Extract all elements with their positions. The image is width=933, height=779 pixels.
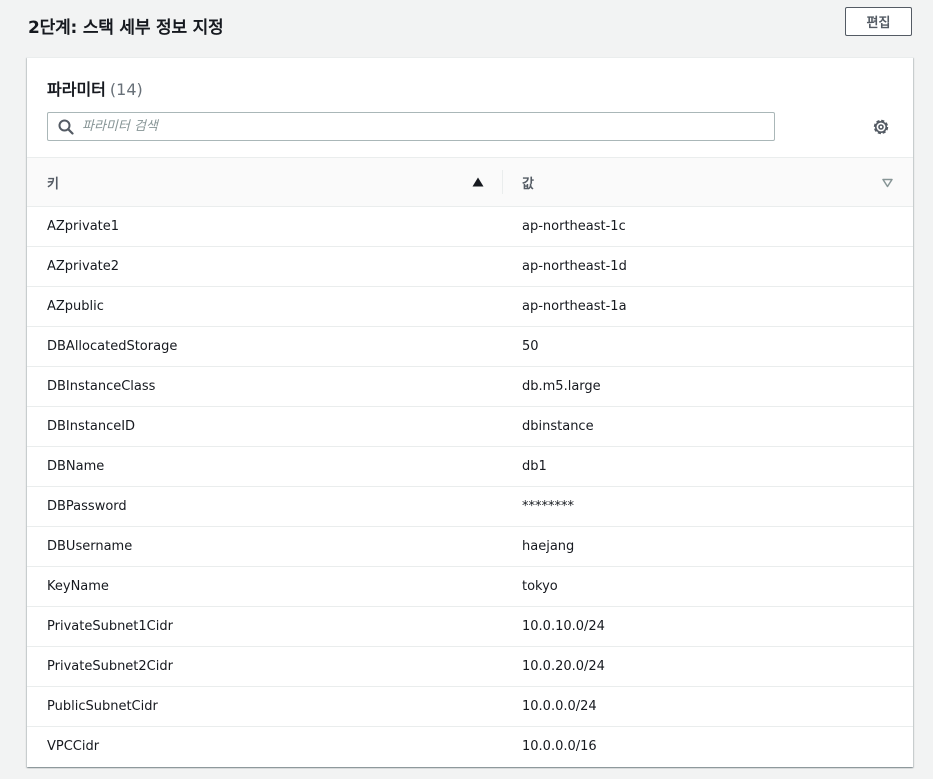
- column-header-value[interactable]: 값: [522, 158, 892, 206]
- parameter-key: DBInstanceID: [47, 419, 136, 434]
- table-header: 키 값: [27, 157, 913, 207]
- parameter-value: 10.0.0.0/16: [522, 739, 597, 754]
- parameter-value: db1: [522, 459, 547, 474]
- table-row: DBInstanceClass db.m5.large: [27, 367, 913, 407]
- parameter-key: PrivateSubnet2Cidr: [47, 659, 173, 674]
- parameter-key: PrivateSubnet1Cidr: [47, 619, 173, 634]
- parameter-value: ********: [522, 499, 574, 514]
- parameter-value: 10.0.20.0/24: [522, 659, 605, 674]
- step-title: 2단계: 스택 세부 정보 지정: [28, 18, 224, 38]
- parameter-value: 10.0.0.0/24: [522, 699, 597, 714]
- parameter-key: AZprivate1: [47, 219, 120, 234]
- search-box[interactable]: [47, 112, 775, 141]
- parameter-value: ap-northeast-1a: [522, 299, 627, 314]
- parameter-value: 10.0.10.0/24: [522, 619, 605, 634]
- parameter-value: 50: [522, 339, 539, 354]
- table-row: KeyName tokyo: [27, 567, 913, 607]
- search-icon: [58, 119, 74, 135]
- step-header: 2단계: 스택 세부 정보 지정 편집: [0, 0, 933, 50]
- table-row: PrivateSubnet1Cidr 10.0.10.0/24: [27, 607, 913, 647]
- parameter-value: dbinstance: [522, 419, 594, 434]
- parameter-key: VPCCidr: [47, 739, 100, 754]
- gear-icon[interactable]: [872, 118, 890, 136]
- panel-title: 파라미터 (14): [47, 76, 143, 100]
- table-row: DBAllocatedStorage 50: [27, 327, 913, 367]
- panel-title-text: 파라미터: [47, 80, 106, 99]
- table-row: PrivateSubnet2Cidr 10.0.20.0/24: [27, 647, 913, 687]
- parameter-key: PublicSubnetCidr: [47, 699, 158, 714]
- parameter-key: DBUsername: [47, 539, 133, 554]
- parameter-key: AZprivate2: [47, 259, 120, 274]
- table-row: AZprivate1 ap-northeast-1c: [27, 207, 913, 247]
- table-row: DBInstanceID dbinstance: [27, 407, 913, 447]
- parameter-value: ap-northeast-1d: [522, 259, 627, 274]
- table-row: PublicSubnetCidr 10.0.0.0/24: [27, 687, 913, 727]
- parameter-key: DBAllocatedStorage: [47, 339, 178, 354]
- sort-descending-icon[interactable]: [882, 178, 893, 188]
- parameter-key: DBPassword: [47, 499, 127, 514]
- table-row: DBUsername haejang: [27, 527, 913, 567]
- parameter-value: ap-northeast-1c: [522, 219, 626, 234]
- edit-button[interactable]: 편집: [845, 7, 912, 36]
- table-row: VPCCidr 10.0.0.0/16: [27, 727, 913, 767]
- parameter-key: KeyName: [47, 579, 109, 594]
- parameters-table: AZprivate1 ap-northeast-1c AZprivate2 ap…: [27, 207, 913, 767]
- parameter-count: (14): [109, 80, 143, 99]
- panel-header: 파라미터 (14): [27, 58, 913, 157]
- table-row: AZprivate2 ap-northeast-1d: [27, 247, 913, 287]
- column-header-key[interactable]: 키: [47, 158, 487, 206]
- parameter-value: haejang: [522, 539, 575, 554]
- parameter-value: tokyo: [522, 579, 558, 594]
- parameter-key: DBInstanceClass: [47, 379, 156, 394]
- parameters-panel: 파라미터(14) 키 값 AZprivate1 ap-northeast-1c: [27, 57, 913, 767]
- parameter-key: DBName: [47, 459, 105, 474]
- table-row: DBName db1: [27, 447, 913, 487]
- table-row: DBPassword ********: [27, 487, 913, 527]
- column-divider[interactable]: [502, 170, 503, 194]
- search-input[interactable]: [82, 116, 762, 137]
- parameter-key: AZpublic: [47, 299, 104, 314]
- sort-ascending-icon[interactable]: [472, 177, 484, 187]
- table-row: AZpublic ap-northeast-1a: [27, 287, 913, 327]
- parameter-value: db.m5.large: [522, 379, 601, 394]
